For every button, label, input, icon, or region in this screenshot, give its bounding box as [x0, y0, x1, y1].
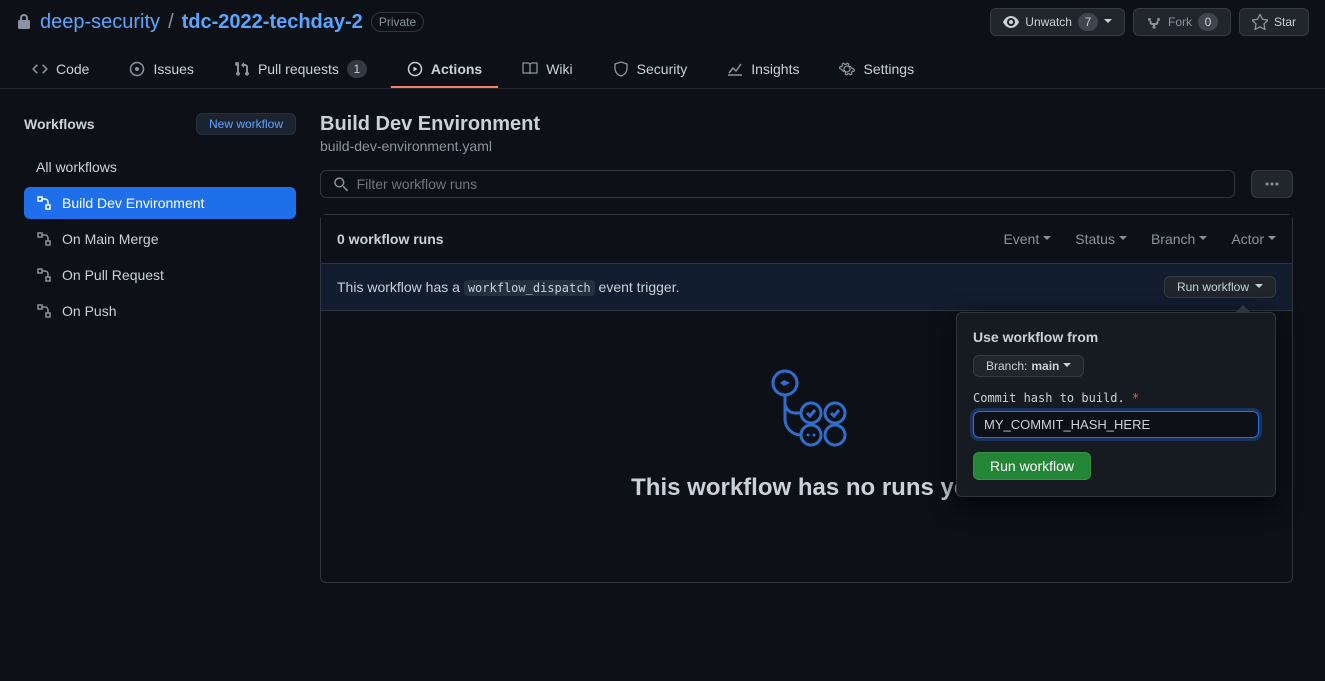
- fork-button[interactable]: Fork 0: [1133, 8, 1231, 36]
- tab-insights[interactable]: Insights: [711, 52, 815, 88]
- workflow-icon: [36, 267, 52, 283]
- new-workflow-button[interactable]: New workflow: [196, 113, 296, 135]
- workflow-icon: [36, 231, 52, 247]
- lock-icon: [16, 14, 32, 30]
- play-icon: [407, 61, 423, 77]
- dispatch-message: This workflow has a workflow_dispatch ev…: [337, 279, 679, 295]
- tab-settings[interactable]: Settings: [823, 52, 930, 88]
- code-icon: [32, 61, 48, 77]
- sidebar-item-on-main-merge[interactable]: On Main Merge: [24, 223, 296, 255]
- fork-count: 0: [1198, 13, 1218, 31]
- tab-issues[interactable]: Issues: [113, 52, 209, 88]
- tab-pull-requests[interactable]: Pull requests1: [218, 52, 383, 88]
- tab-wiki[interactable]: Wiki: [506, 52, 588, 88]
- filter-input-wrapper[interactable]: [320, 170, 1235, 198]
- kebab-icon: [1264, 176, 1280, 192]
- branch-select[interactable]: Branch: main: [973, 355, 1084, 377]
- fork-icon: [1146, 14, 1162, 30]
- kebab-menu[interactable]: [1251, 170, 1293, 198]
- commit-hash-input[interactable]: [973, 411, 1259, 438]
- tab-code[interactable]: Code: [16, 52, 105, 88]
- commit-hash-label: Commit hash to build. *: [973, 391, 1259, 405]
- owner-link[interactable]: deep-security: [40, 11, 160, 34]
- workflow-icon: [36, 303, 52, 319]
- graph-icon: [727, 61, 743, 77]
- star-icon: [1252, 14, 1268, 30]
- tab-actions[interactable]: Actions: [391, 52, 498, 88]
- filter-input[interactable]: [357, 176, 1222, 192]
- gear-icon: [839, 61, 855, 77]
- watch-count: 7: [1078, 13, 1098, 31]
- search-icon: [333, 176, 349, 192]
- filter-actor[interactable]: Actor: [1231, 231, 1276, 247]
- pr-icon: [234, 61, 250, 77]
- filter-branch[interactable]: Branch: [1151, 231, 1207, 247]
- filter-status[interactable]: Status: [1075, 231, 1127, 247]
- pr-count: 1: [347, 60, 367, 78]
- run-workflow-submit[interactable]: Run workflow: [973, 452, 1091, 480]
- sidebar-item-all-workflows[interactable]: All workflows: [24, 151, 296, 183]
- star-button[interactable]: Star: [1239, 8, 1309, 36]
- popover-heading: Use workflow from: [973, 329, 1259, 345]
- run-workflow-popover: Use workflow from Branch: main Commit ha…: [956, 312, 1276, 497]
- workflow-empty-icon: [767, 367, 847, 447]
- book-icon: [522, 61, 538, 77]
- workflows-heading: Workflows: [24, 116, 95, 132]
- eye-icon: [1003, 14, 1019, 30]
- shield-icon: [613, 61, 629, 77]
- sidebar-item-build-dev-environment[interactable]: Build Dev Environment: [24, 187, 296, 219]
- visibility-badge: Private: [371, 12, 424, 32]
- issue-icon: [129, 61, 145, 77]
- filter-event[interactable]: Event: [1003, 231, 1051, 247]
- workflow-icon: [36, 195, 52, 211]
- sidebar-item-on-push[interactable]: On Push: [24, 295, 296, 327]
- runs-count: 0 workflow runs: [337, 231, 444, 247]
- tab-security[interactable]: Security: [597, 52, 704, 88]
- page-title: Build Dev Environment: [320, 113, 1293, 136]
- run-workflow-button[interactable]: Run workflow: [1164, 276, 1276, 298]
- repo-tabs: Code Issues Pull requests1 Actions Wiki …: [0, 52, 1325, 89]
- yaml-filename: build-dev-environment.yaml: [320, 138, 1293, 154]
- repo-title: deep-security / tdc-2022-techday-2 Priva…: [16, 11, 424, 34]
- repo-link[interactable]: tdc-2022-techday-2: [182, 11, 363, 34]
- sidebar-item-on-pull-request[interactable]: On Pull Request: [24, 259, 296, 291]
- unwatch-button[interactable]: Unwatch 7: [990, 8, 1125, 36]
